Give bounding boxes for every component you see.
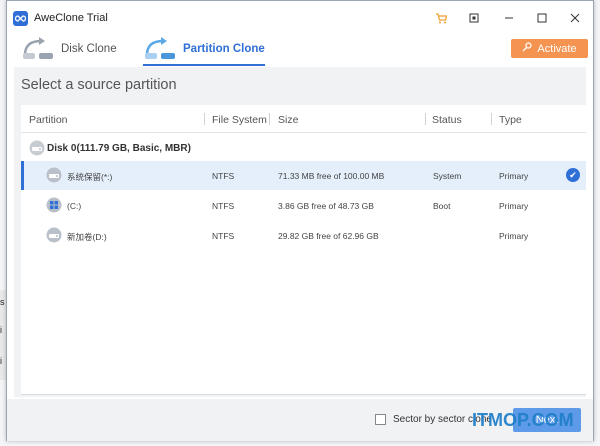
- close-icon[interactable]: [566, 9, 584, 27]
- activate-label: Activate: [537, 42, 577, 55]
- sector-by-sector-checkbox[interactable]: [375, 414, 386, 425]
- partition-size: 71.33 MB free of 100.00 MB: [278, 171, 385, 181]
- partition-type: Primary: [499, 171, 529, 181]
- disk-row[interactable]: Disk 0(111.79 GB, Basic, MBR): [21, 135, 586, 161]
- tab-disk-clone[interactable]: Disk Clone: [21, 33, 117, 65]
- column-header-size[interactable]: Size: [278, 114, 298, 126]
- selected-check-icon: ✔: [566, 168, 580, 182]
- partition-type: Primary: [499, 231, 529, 241]
- table-header: Partition File System Size Status Type: [21, 105, 586, 133]
- partition-icon: [46, 167, 62, 186]
- page-title: Select a source partition: [21, 77, 177, 93]
- partition-icon: [46, 227, 62, 246]
- minimize-icon[interactable]: [500, 9, 518, 27]
- disk-clone-icon: [21, 35, 55, 64]
- table-row[interactable]: (C:) NTFS 3.86 GB free of 48.73 GB Boot …: [21, 191, 586, 220]
- partition-size: 3.86 GB free of 48.73 GB: [278, 201, 374, 211]
- column-divider[interactable]: [491, 113, 492, 125]
- partition-name: 新加卷(D:): [67, 232, 107, 242]
- desktop-glyph: i: [0, 356, 2, 366]
- partition-clone-icon: [143, 35, 177, 64]
- tab-partition-clone[interactable]: Partition Clone: [143, 33, 265, 65]
- disk-label: Disk 0(111.79 GB, Basic, MBR): [47, 143, 191, 154]
- column-divider[interactable]: [204, 113, 205, 125]
- column-header-status[interactable]: Status: [432, 114, 462, 126]
- app-window: AweClone Trial Disk Clone Partition Clon…: [6, 0, 594, 441]
- partition-fs: NTFS: [212, 171, 235, 181]
- partition-size: 29.82 GB free of 62.96 GB: [278, 231, 379, 241]
- desktop-glyph: s: [0, 297, 5, 307]
- table-row[interactable]: 系统保留(*:) NTFS 71.33 MB free of 100.00 MB…: [21, 161, 586, 190]
- key-icon: [522, 42, 533, 55]
- window-title: AweClone Trial: [34, 12, 108, 24]
- restore-icon[interactable]: [465, 9, 483, 27]
- tab-partition-clone-label: Partition Clone: [183, 43, 265, 55]
- maximize-icon[interactable]: [533, 9, 551, 27]
- main-content: Select a source partition Partition File…: [14, 67, 586, 397]
- column-divider[interactable]: [425, 113, 426, 125]
- column-header-file-system[interactable]: File System: [212, 114, 267, 126]
- table-row[interactable]: 新加卷(D:) NTFS 29.82 GB free of 62.96 GB P…: [21, 221, 586, 250]
- partition-type: Primary: [499, 201, 529, 211]
- partition-fs: NTFS: [212, 201, 235, 211]
- partition-name: (C:): [67, 201, 82, 211]
- column-header-type[interactable]: Type: [499, 114, 522, 126]
- column-header-partition[interactable]: Partition: [29, 114, 68, 126]
- partition-status: Boot: [433, 201, 451, 211]
- hard-disk-icon: [29, 140, 45, 159]
- partition-status: System: [433, 171, 462, 181]
- partition-table: Partition File System Size Status Type D…: [21, 105, 586, 395]
- windows-partition-icon: [46, 197, 62, 216]
- cart-icon[interactable]: [432, 9, 450, 27]
- active-tab-indicator: [143, 64, 265, 66]
- desktop-glyph: i: [0, 325, 2, 335]
- tab-disk-clone-label: Disk Clone: [61, 43, 117, 55]
- title-bar: AweClone Trial: [7, 1, 593, 35]
- partition-fs: NTFS: [212, 231, 235, 241]
- column-divider[interactable]: [269, 113, 270, 125]
- site-watermark: ITMOP.COM: [472, 410, 574, 430]
- app-logo-icon: [13, 11, 28, 26]
- activate-button[interactable]: Activate: [511, 39, 588, 58]
- partition-name: 系统保留(*:): [67, 172, 113, 182]
